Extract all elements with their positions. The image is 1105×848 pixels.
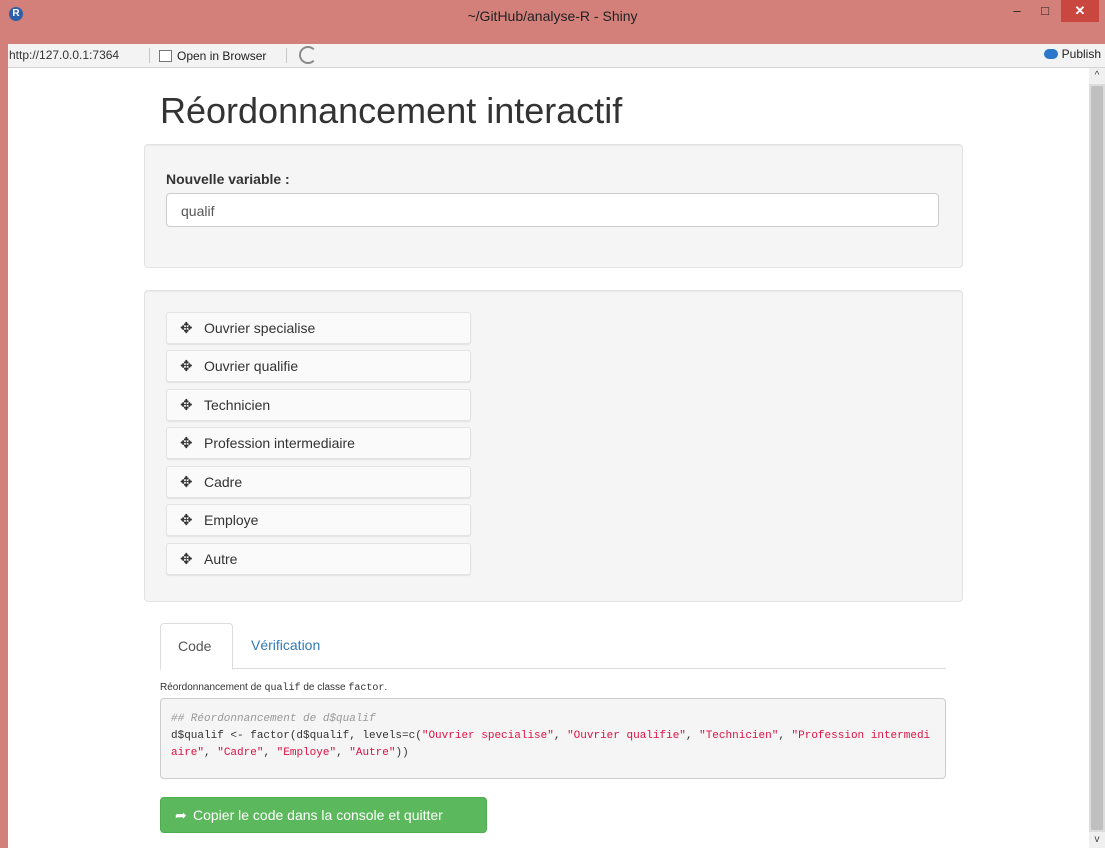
code-level: "Employe" [276, 747, 337, 759]
move-icon: ✥ [180, 358, 193, 375]
sortable-item-label: Ouvrier qualifie [204, 358, 299, 374]
move-icon: ✥ [180, 320, 193, 337]
vertical-scrollbar[interactable]: ^ v [1089, 68, 1105, 848]
refresh-icon[interactable] [299, 46, 317, 64]
variable-panel: Nouvelle variable : qualif [144, 144, 963, 268]
sortable-item[interactable]: ✥ Cadre [166, 466, 471, 498]
sortable-item-label: Profession intermediaire [204, 435, 355, 451]
code-suffix: )) [395, 747, 409, 759]
variable-label: Nouvelle variable : [166, 171, 290, 187]
close-button[interactable]: ✕ [1061, 0, 1099, 22]
toolbar-separator [286, 48, 287, 63]
viewer-toolbar: http://127.0.0.1:7364 Open in Browser Pu… [8, 44, 1105, 68]
code-level: "Ouvrier qualifie" [567, 730, 686, 742]
description-variable: qualif [264, 683, 301, 694]
url-label: http://127.0.0.1:7364 [9, 48, 120, 62]
sortable-panel: ✥ Ouvrier specialise ✥ Ouvrier qualifie ✥ T… [144, 290, 963, 602]
app-content: Réordonnancement interactif Nouvelle var… [8, 68, 1089, 848]
window-title: ~/GitHub/analyse-R - Shiny [467, 8, 638, 24]
sortable-item[interactable]: ✥ Technicien [166, 389, 471, 421]
sortable-item[interactable]: ✥ Ouvrier qualifie [166, 350, 471, 382]
description-middle: de classe [300, 682, 349, 693]
copy-code-button[interactable]: ➦ Copier le code dans la console et quit… [160, 797, 487, 833]
open-browser-icon [159, 49, 172, 62]
code-level: "Ouvrier specialise" [421, 730, 554, 742]
code-level: "Technicien" [699, 730, 779, 742]
code-description: Réordonnancement de qualif de classe fac… [160, 682, 387, 694]
minimize-button[interactable]: – [1004, 0, 1030, 22]
move-icon: ✥ [180, 512, 193, 529]
copy-code-label: Copier le code dans la console et quitte… [193, 807, 443, 823]
variable-input-value: qualif [181, 203, 215, 219]
scroll-down-icon[interactable]: v [1089, 832, 1105, 848]
sortable-item[interactable]: ✥ Autre [166, 543, 471, 575]
tab-verification[interactable]: Vérification [234, 623, 337, 668]
window-titlebar: R ~/GitHub/analyse-R - Shiny – □ ✕ [0, 0, 1105, 30]
code-level: "Autre" [349, 747, 396, 759]
open-in-browser-button[interactable]: Open in Browser [159, 47, 266, 64]
scrollbar-thumb[interactable] [1091, 86, 1103, 830]
move-icon: ✥ [180, 551, 193, 568]
sortable-item-label: Technicien [204, 397, 271, 413]
code-block: ## Réordonnancement de d$qualif d$qualif … [160, 698, 946, 779]
output-tabs: Code Vérification [160, 623, 946, 670]
publish-label: Publish [1061, 47, 1101, 61]
open-in-browser-label: Open in Browser [177, 48, 267, 63]
move-icon: ✥ [180, 474, 193, 491]
publish-icon [1043, 49, 1058, 59]
sortable-item[interactable]: ✥ Employe [166, 504, 471, 536]
sortable-item-label: Employe [204, 512, 259, 528]
publish-button[interactable]: Publish [1043, 47, 1101, 61]
sortable-item-label: Autre [204, 551, 238, 567]
sortable-item[interactable]: ✥ Ouvrier specialise [166, 312, 471, 344]
tab-code[interactable]: Code [160, 623, 233, 670]
sortable-item[interactable]: ✥ Profession intermediaire [166, 427, 471, 459]
description-suffix: . [384, 682, 388, 693]
page-title: Réordonnancement interactif [160, 90, 623, 131]
variable-input[interactable]: qualif [166, 193, 939, 227]
code-prefix: d$qualif <- factor(d$qualif, levels=c( [171, 730, 422, 742]
description-prefix: Réordonnancement de [160, 682, 265, 693]
toolbar-separator [149, 48, 150, 63]
scroll-up-icon[interactable]: ^ [1089, 68, 1105, 84]
move-icon: ✥ [180, 435, 193, 452]
description-class: factor [348, 683, 385, 694]
maximize-button[interactable]: □ [1032, 0, 1058, 22]
code-level: "Cadre" [217, 747, 264, 759]
share-arrow-icon: ➦ [175, 807, 187, 823]
sortable-item-label: Ouvrier specialise [204, 320, 316, 336]
code-comment: ## Réordonnancement de d$qualif [171, 713, 376, 725]
sortable-item-label: Cadre [204, 474, 243, 490]
move-icon: ✥ [180, 397, 193, 414]
